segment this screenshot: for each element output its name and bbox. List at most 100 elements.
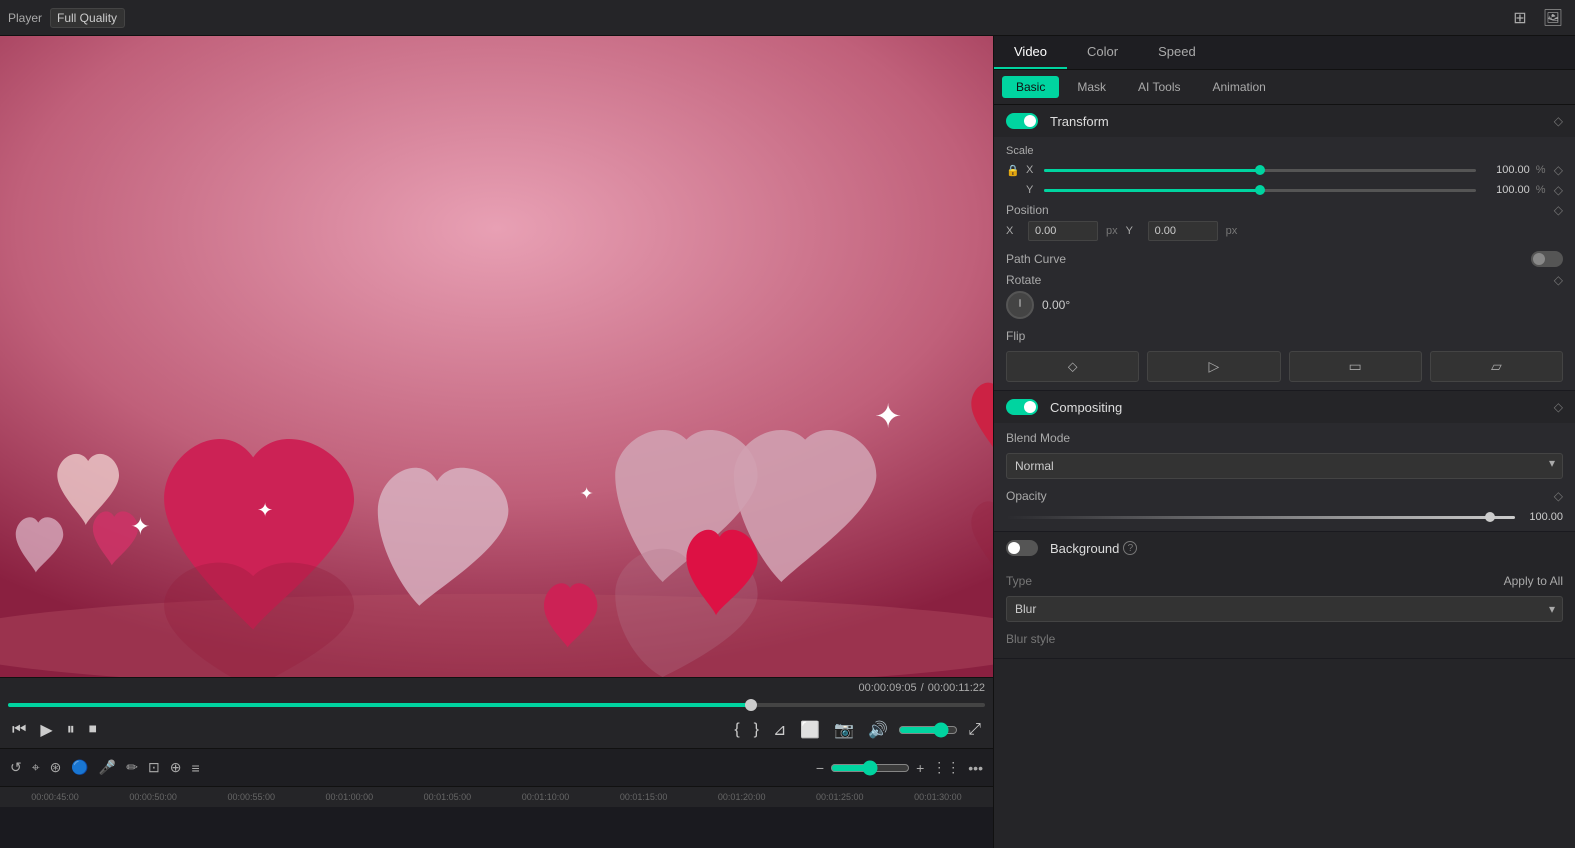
ruler-mark: 00:00:50:00: [104, 792, 202, 802]
scale-x-diamond[interactable]: ◇: [1554, 163, 1563, 177]
screenshot-icon[interactable]: 📷: [830, 718, 858, 742]
rotate-diamond[interactable]: ◇: [1554, 273, 1563, 287]
scale-x-label: X: [1026, 164, 1038, 176]
flip-both-v-button[interactable]: ▱: [1430, 351, 1563, 382]
scale-y-diamond[interactable]: ◇: [1554, 183, 1563, 197]
mark-out-button[interactable]: }: [750, 719, 763, 741]
flip-v-button[interactable]: ▷: [1147, 351, 1280, 382]
tab-speed[interactable]: Speed: [1138, 36, 1216, 69]
volume-slider[interactable]: [898, 722, 958, 738]
pos-x-input[interactable]: [1028, 221, 1098, 241]
dots-menu[interactable]: •••: [966, 758, 985, 778]
menu-icon[interactable]: ≡: [189, 758, 201, 778]
skip-back-button[interactable]: ⏮: [8, 719, 30, 741]
more-options[interactable]: ⋮⋮: [930, 757, 962, 778]
transform-header[interactable]: Transform ◇: [994, 105, 1575, 137]
tab-video[interactable]: Video: [994, 36, 1067, 69]
pos-x-unit: px: [1106, 225, 1118, 237]
pos-x-label: X: [1006, 225, 1020, 237]
opacity-diamond[interactable]: ◇: [1554, 489, 1563, 503]
video-canvas: ✦ ✦ ✦ ✦: [0, 36, 993, 677]
timeline-ruler: 00:00:45:00 00:00:50:00 00:00:55:00 00:0…: [0, 787, 993, 807]
player-label: Player: [8, 11, 42, 25]
image-icon[interactable]: 🖼: [1539, 6, 1567, 30]
zoom-in-button[interactable]: +: [914, 758, 926, 778]
background-info-icon[interactable]: ?: [1123, 541, 1137, 555]
grid-icon[interactable]: ⊞: [1509, 6, 1530, 30]
blend-mode-select[interactable]: Normal Multiply Screen Overlay Darken Li…: [1006, 453, 1563, 479]
zoom-out-button[interactable]: −: [814, 758, 826, 778]
rotate-label: Rotate: [1006, 273, 1041, 287]
expand-icon[interactable]: ⤢: [964, 719, 985, 741]
effect-icon[interactable]: ⊕: [168, 757, 184, 778]
position-label: Position: [1006, 203, 1049, 217]
audio-icon[interactable]: 🎤: [97, 757, 118, 778]
blur-select[interactable]: Blur: [1006, 596, 1563, 622]
scale-x-fill: [1044, 169, 1260, 172]
opacity-value: 100.00: [1523, 511, 1563, 523]
sub-tabs: Basic Mask AI Tools Animation: [994, 70, 1575, 105]
subtab-mask[interactable]: Mask: [1063, 76, 1120, 98]
blend-mode-label: Blend Mode: [1006, 431, 1563, 445]
play-button[interactable]: ▶: [36, 718, 56, 742]
scale-x-thumb[interactable]: [1255, 165, 1265, 175]
progress-thumb[interactable]: [745, 699, 757, 711]
compositing-header[interactable]: Compositing ◇: [994, 391, 1575, 423]
tab-color[interactable]: Color: [1067, 36, 1138, 69]
undo-icon[interactable]: ↺: [8, 757, 24, 778]
ripple-icon[interactable]: ⊿: [769, 718, 790, 742]
top-bar-icons: ⊞ 🖼: [1509, 6, 1567, 30]
transform-diamond[interactable]: ◇: [1554, 114, 1563, 128]
opacity-label: Opacity: [1006, 489, 1047, 503]
hearts-svg: ✦ ✦ ✦ ✦: [0, 36, 993, 677]
magnet-icon[interactable]: ⊛: [48, 757, 64, 778]
scale-x-row: X 100.00 % ◇: [1026, 163, 1563, 177]
subtab-ai-tools[interactable]: AI Tools: [1124, 76, 1194, 98]
crop-icon[interactable]: ⬜: [796, 718, 824, 742]
ruler-mark: 00:01:05:00: [398, 792, 496, 802]
transition-icon[interactable]: ⊡: [146, 757, 162, 778]
scale-y-thumb[interactable]: [1255, 185, 1265, 195]
lock-icon[interactable]: 🔒: [1006, 164, 1022, 177]
scale-x-track[interactable]: [1044, 169, 1476, 172]
edit-icon[interactable]: ✏: [124, 757, 140, 778]
subtab-animation[interactable]: Animation: [1198, 76, 1279, 98]
current-time: 00:00:09:05: [859, 682, 917, 694]
panel-tabs: Video Color Speed: [994, 36, 1575, 70]
opacity-thumb[interactable]: [1485, 512, 1495, 522]
mark-in-button[interactable]: {: [730, 719, 743, 741]
flip-h-button[interactable]: ⬦: [1006, 351, 1139, 382]
transform-toggle[interactable]: [1006, 113, 1038, 129]
pause-button[interactable]: ⏸: [63, 719, 79, 741]
compositing-diamond[interactable]: ◇: [1554, 400, 1563, 414]
zoom-slider[interactable]: [830, 760, 910, 776]
progress-fill: [8, 703, 751, 707]
progress-bar[interactable]: [8, 698, 985, 712]
rotate-dial[interactable]: [1006, 291, 1034, 319]
compositing-toggle[interactable]: [1006, 399, 1038, 415]
main-content: ✦ ✦ ✦ ✦ 00:00:09:05 / 00:00:11:22: [0, 36, 1575, 848]
svg-text:✦: ✦: [874, 399, 902, 436]
pos-y-input[interactable]: [1148, 221, 1218, 241]
path-curve-label: Path Curve: [1006, 252, 1531, 266]
position-diamond[interactable]: ◇: [1554, 203, 1563, 217]
marker-icon[interactable]: 🔵: [69, 757, 90, 778]
background-title: Background: [1050, 541, 1119, 556]
background-toggle[interactable]: [1006, 540, 1038, 556]
path-curve-toggle[interactable]: [1531, 251, 1563, 267]
progress-track[interactable]: [8, 703, 985, 707]
scale-y-track[interactable]: [1044, 189, 1476, 192]
quality-select[interactable]: Full Quality 1/2 Quality 1/4 Quality: [50, 8, 125, 28]
subtab-basic[interactable]: Basic: [1002, 76, 1059, 98]
opacity-track[interactable]: [1006, 516, 1515, 519]
flip-both-h-button[interactable]: ▭: [1289, 351, 1422, 382]
transform-body: Scale 🔒 X 100.00 % ◇: [994, 137, 1575, 390]
stop-button[interactable]: ⏹: [85, 719, 101, 741]
link-icon[interactable]: ⌖: [30, 757, 42, 778]
flip-label: Flip: [1006, 329, 1563, 343]
scale-y-value: 100.00: [1482, 184, 1530, 196]
opacity-row: 100.00: [1006, 511, 1563, 523]
volume-icon[interactable]: 🔊: [864, 718, 892, 742]
apply-all-button[interactable]: Apply to All: [1504, 574, 1563, 588]
background-section: Background ? Type Apply to All Blur ▾ Bl…: [994, 532, 1575, 659]
